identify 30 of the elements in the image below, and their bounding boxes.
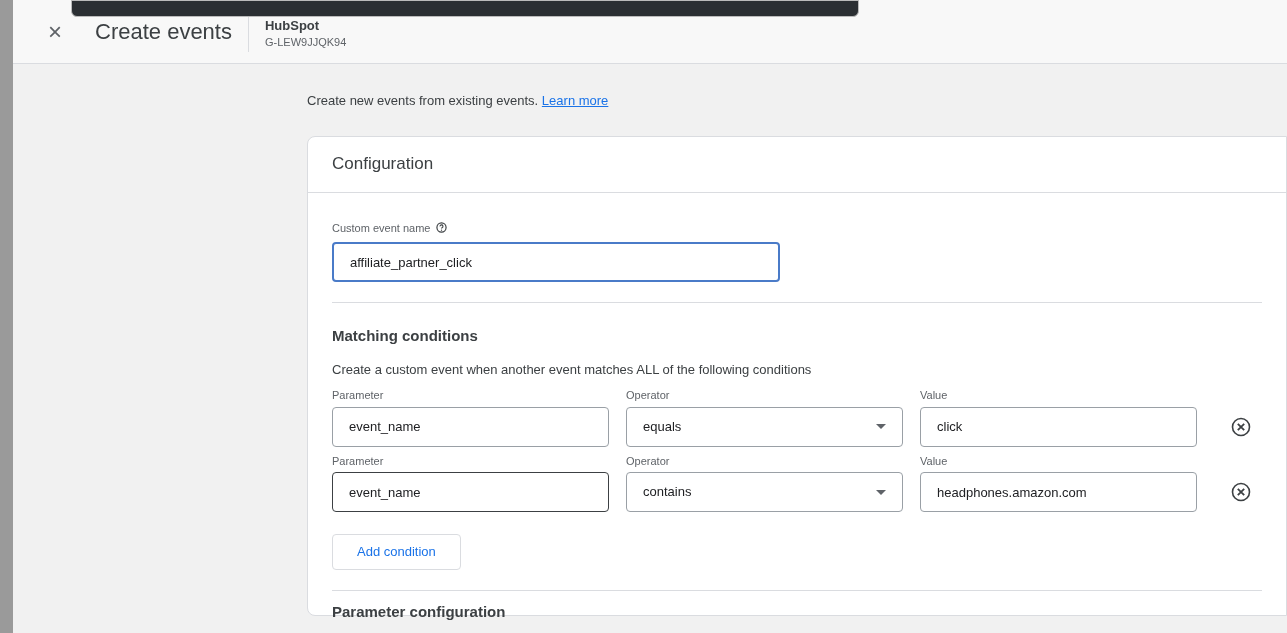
field-label: Parameter	[332, 453, 385, 469]
card-title: Configuration	[332, 153, 434, 176]
section-title: Matching conditions	[332, 326, 479, 346]
parameter-field[interactable]: event_name	[332, 406, 609, 447]
operator-dropdown[interactable]: equals	[626, 406, 903, 447]
page-title: Create events	[95, 18, 232, 46]
remove-icon[interactable]	[1231, 416, 1251, 437]
field-label: Operator	[626, 388, 671, 403]
property-name: HubSpot	[264, 17, 321, 34]
value-field[interactable]: headphones.amazon.com	[920, 472, 1197, 512]
parameter-field[interactable]: event_name	[332, 472, 609, 512]
field-label: Custom event name	[332, 220, 431, 236]
value-field[interactable]: click	[920, 406, 1197, 447]
dropdown-caret-icon	[876, 424, 886, 429]
add-condition-button[interactable]: Add condition	[332, 534, 461, 570]
section-title: Parameter configuration	[332, 602, 507, 622]
field-label: Parameter	[332, 388, 385, 403]
operator-dropdown[interactable]: contains	[626, 472, 903, 512]
intro-text: Create new events from existing events. Learn more	[307, 92, 610, 110]
field-label: Value	[920, 388, 949, 403]
close-button[interactable]: ×	[43, 19, 67, 44]
property-id: G-LEW9JJQK94	[264, 34, 347, 50]
remove-icon[interactable]	[1231, 482, 1251, 502]
section-description: Create a custom event when another event matches ALL of the following conditions	[332, 360, 813, 379]
help-icon[interactable]	[436, 222, 448, 234]
learn-more-link[interactable]: Learn more	[541, 93, 609, 108]
custom-event-name-field[interactable]: affiliate_partner_click	[332, 242, 780, 282]
dropdown-caret-icon	[876, 489, 886, 495]
field-label: Operator	[626, 453, 671, 469]
field-label: Value	[920, 453, 949, 469]
